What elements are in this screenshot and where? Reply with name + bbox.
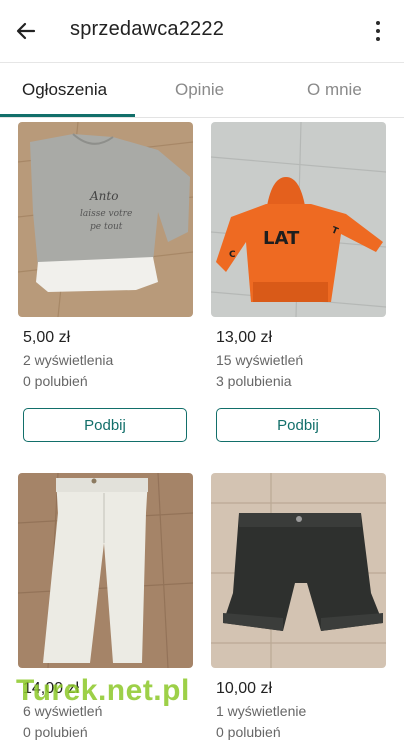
listing-likes: 0 polubień: [23, 724, 88, 740]
svg-text:laisse votre: laisse votre: [80, 209, 132, 219]
listing-price: 13,00 zł: [216, 329, 273, 346]
watermark: Turek.net.pl: [16, 674, 190, 707]
listing-views: 1 wyświetlenie: [216, 703, 307, 719]
listing-likes: 0 polubień: [23, 373, 88, 389]
active-tab-indicator: [0, 114, 135, 117]
svg-text:Anto: Anto: [89, 189, 118, 203]
listing-photo[interactable]: LAT T C: [211, 122, 386, 317]
listing-likes: 0 polubień: [216, 724, 281, 740]
listing-photo[interactable]: Anto laisse votre pe tout: [18, 122, 193, 317]
listing-price: 5,00 zł: [23, 329, 71, 346]
listing-likes: 3 polubienia: [216, 373, 292, 389]
listing-photo[interactable]: [18, 473, 193, 668]
back-arrow-icon[interactable]: [12, 17, 40, 45]
bump-button[interactable]: Podbij: [23, 408, 187, 442]
svg-text:pe tout: pe tout: [90, 222, 123, 232]
page-title: sprzedawca2222: [70, 18, 225, 40]
more-options-icon[interactable]: [368, 17, 388, 45]
svg-text:C: C: [229, 250, 236, 260]
listing-views: 15 wyświetleń: [216, 352, 304, 368]
listing-price: 10,00 zł: [216, 680, 273, 697]
svg-text:LAT: LAT: [263, 228, 300, 249]
listing-views: 2 wyświetlenia: [23, 352, 114, 368]
tab-reviews[interactable]: Opinie: [175, 80, 224, 100]
tab-bar: Ogłoszenia Opinie O mnie: [0, 62, 404, 118]
tab-about[interactable]: O mnie: [307, 80, 362, 100]
app-bar: sprzedawca2222: [0, 0, 404, 62]
listing-photo[interactable]: [211, 473, 386, 668]
tab-listings[interactable]: Ogłoszenia: [22, 80, 107, 100]
bump-button[interactable]: Podbij: [216, 408, 380, 442]
